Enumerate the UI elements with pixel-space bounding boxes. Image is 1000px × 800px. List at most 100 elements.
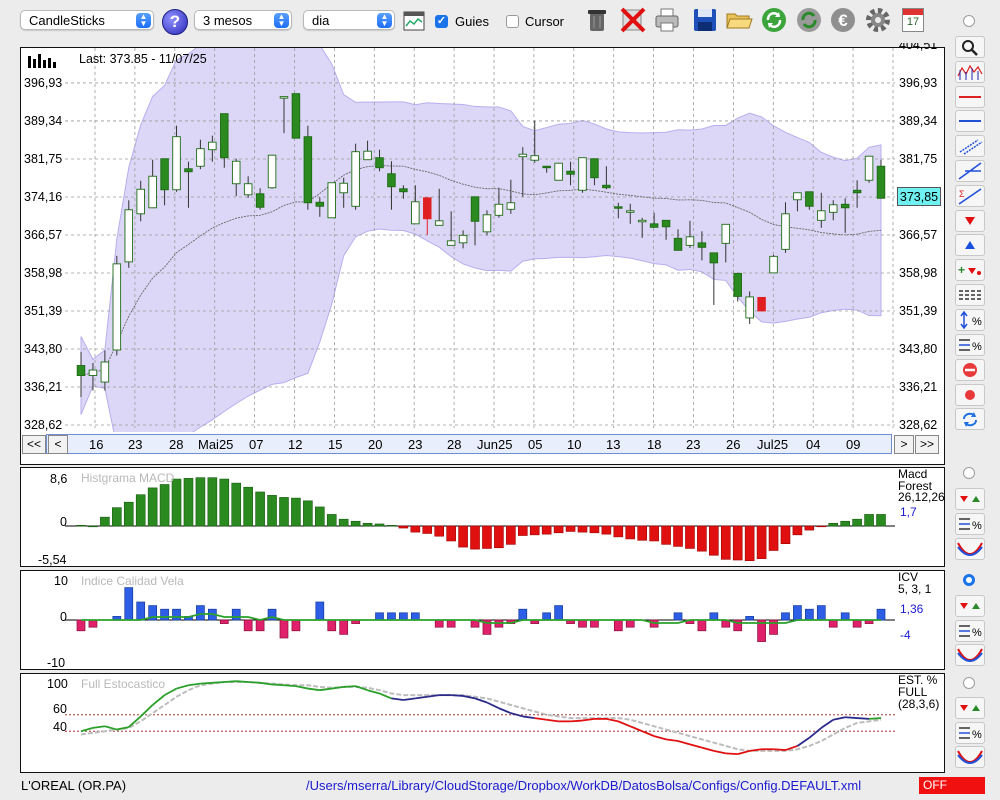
main-panel-radio[interactable] bbox=[963, 15, 975, 27]
trendline-button[interactable] bbox=[955, 160, 985, 182]
nav-prev-button[interactable]: < bbox=[48, 435, 68, 454]
help-icon[interactable]: ? bbox=[162, 9, 188, 35]
chart-type-select[interactable]: CandleSticks ▲ ▼ bbox=[20, 10, 154, 30]
curves-icon bbox=[957, 648, 983, 662]
candle-body bbox=[709, 252, 719, 264]
stoch-panel-radio[interactable] bbox=[963, 677, 975, 689]
reload-button[interactable] bbox=[955, 408, 985, 430]
record-button[interactable] bbox=[955, 384, 985, 406]
stoch-k-segment bbox=[653, 735, 667, 741]
candle-body bbox=[685, 236, 695, 246]
macd-signals-button[interactable] bbox=[955, 488, 985, 510]
stoch-signals-button[interactable] bbox=[955, 697, 985, 719]
trash-icon[interactable] bbox=[583, 6, 611, 34]
indicators-button[interactable] bbox=[955, 61, 985, 83]
candle-body bbox=[231, 160, 241, 185]
nav-last-button[interactable]: >> bbox=[915, 435, 939, 454]
stoch-k-segment bbox=[486, 701, 500, 710]
scale-percent-button[interactable]: % bbox=[955, 309, 985, 331]
macd-bar bbox=[864, 514, 874, 527]
macd-bar bbox=[732, 525, 743, 561]
icv-signals-button[interactable] bbox=[955, 595, 985, 617]
guides-checkbox[interactable]: ✓ bbox=[435, 15, 448, 28]
svg-text:%: % bbox=[972, 316, 982, 328]
macd-bar bbox=[517, 525, 528, 536]
candle-body bbox=[423, 197, 432, 220]
no-entry-icon bbox=[963, 363, 977, 377]
nav-next-button[interactable]: > bbox=[894, 435, 914, 454]
icv-bar bbox=[781, 612, 790, 621]
stoch-k-segment bbox=[212, 681, 225, 684]
config-path-link[interactable]: /Users/mserra/Library/CloudStorage/Dropb… bbox=[306, 778, 861, 793]
y-label-right-0: 404,51 bbox=[899, 38, 938, 52]
save-icon[interactable] bbox=[691, 6, 719, 34]
candle-body bbox=[864, 155, 874, 181]
icv-lines-percent-button[interactable]: % bbox=[955, 620, 985, 642]
open-folder-icon[interactable] bbox=[725, 6, 753, 34]
refresh-icon[interactable] bbox=[760, 6, 788, 34]
macd-bar bbox=[386, 525, 397, 527]
signals-button[interactable]: + bbox=[955, 259, 985, 281]
euro-icon[interactable]: € bbox=[829, 6, 857, 34]
svg-text:%: % bbox=[972, 627, 982, 639]
y-label-left-7: 351,39 bbox=[24, 304, 63, 318]
icv-bar bbox=[255, 619, 265, 632]
clear-drawings-button[interactable] bbox=[955, 359, 985, 381]
gear-icon[interactable] bbox=[864, 6, 892, 34]
icv-panel-radio[interactable] bbox=[963, 574, 975, 586]
y-label-left-9: 336,21 bbox=[24, 380, 63, 394]
grid-lines-button[interactable] bbox=[955, 284, 985, 306]
record-dot-icon bbox=[965, 390, 975, 400]
macd-bar bbox=[207, 477, 218, 527]
candle-body bbox=[184, 168, 193, 173]
delete-icon[interactable] bbox=[619, 6, 647, 34]
icv-y-top: 10 bbox=[54, 574, 68, 588]
channel-button[interactable] bbox=[955, 135, 985, 157]
icv-bar bbox=[315, 601, 325, 621]
lines-percent-button[interactable]: % bbox=[955, 334, 985, 356]
sell-arrow-button[interactable] bbox=[955, 210, 985, 232]
macd-value: 1,7 bbox=[900, 505, 917, 519]
icv-bar bbox=[840, 612, 850, 621]
x-label: 13 bbox=[606, 437, 621, 452]
nav-first-button[interactable]: << bbox=[22, 435, 46, 454]
stoch-lines-percent-button[interactable]: % bbox=[955, 722, 985, 744]
x-label: Mai25 bbox=[198, 437, 234, 452]
buy-arrow-button[interactable] bbox=[955, 234, 985, 256]
icv-bar bbox=[625, 619, 635, 628]
calendar-icon[interactable]: 17 bbox=[902, 8, 924, 32]
candle-body bbox=[530, 155, 539, 161]
horizontal-line-blue-button[interactable] bbox=[955, 110, 985, 132]
stoch-k-segment bbox=[582, 718, 595, 722]
fibonacci-button[interactable]: Σ bbox=[955, 185, 985, 207]
icv-bar bbox=[291, 619, 301, 632]
cursor-checkbox[interactable] bbox=[506, 15, 519, 28]
zoom-button[interactable] bbox=[955, 36, 985, 58]
candle-body bbox=[876, 165, 886, 199]
stoch-curves-button[interactable] bbox=[955, 746, 985, 768]
macd-bar bbox=[804, 525, 815, 531]
macd-bar bbox=[601, 525, 612, 535]
y-label-right-3: 381,75 bbox=[899, 152, 938, 166]
price-chart[interactable] bbox=[21, 48, 944, 432]
macd-panel-radio[interactable] bbox=[963, 467, 975, 479]
macd-curves-button[interactable] bbox=[955, 538, 985, 560]
icv-bar bbox=[518, 608, 528, 621]
macd-lines-percent-button[interactable]: % bbox=[955, 513, 985, 535]
icv-bar bbox=[172, 608, 181, 621]
stoch-k-segment bbox=[617, 720, 631, 728]
macd-bar bbox=[291, 497, 301, 527]
interval-select[interactable]: dia ▲ ▼ bbox=[303, 10, 395, 30]
off-toggle[interactable]: OFF bbox=[919, 777, 985, 794]
stoch-k-segment bbox=[857, 717, 870, 720]
stoch-k-segment bbox=[391, 697, 404, 701]
chart-window-icon[interactable] bbox=[403, 11, 425, 31]
icv-curves-button[interactable] bbox=[955, 644, 985, 666]
print-icon[interactable] bbox=[653, 6, 681, 34]
period-select[interactable]: 3 mesos ▲ ▼ bbox=[194, 10, 292, 30]
up-down-arrows-icon bbox=[960, 705, 980, 711]
candle-body bbox=[828, 204, 838, 213]
sync-icon[interactable] bbox=[795, 6, 823, 34]
horizontal-line-red-button[interactable] bbox=[955, 86, 985, 108]
candle-body bbox=[399, 188, 408, 193]
